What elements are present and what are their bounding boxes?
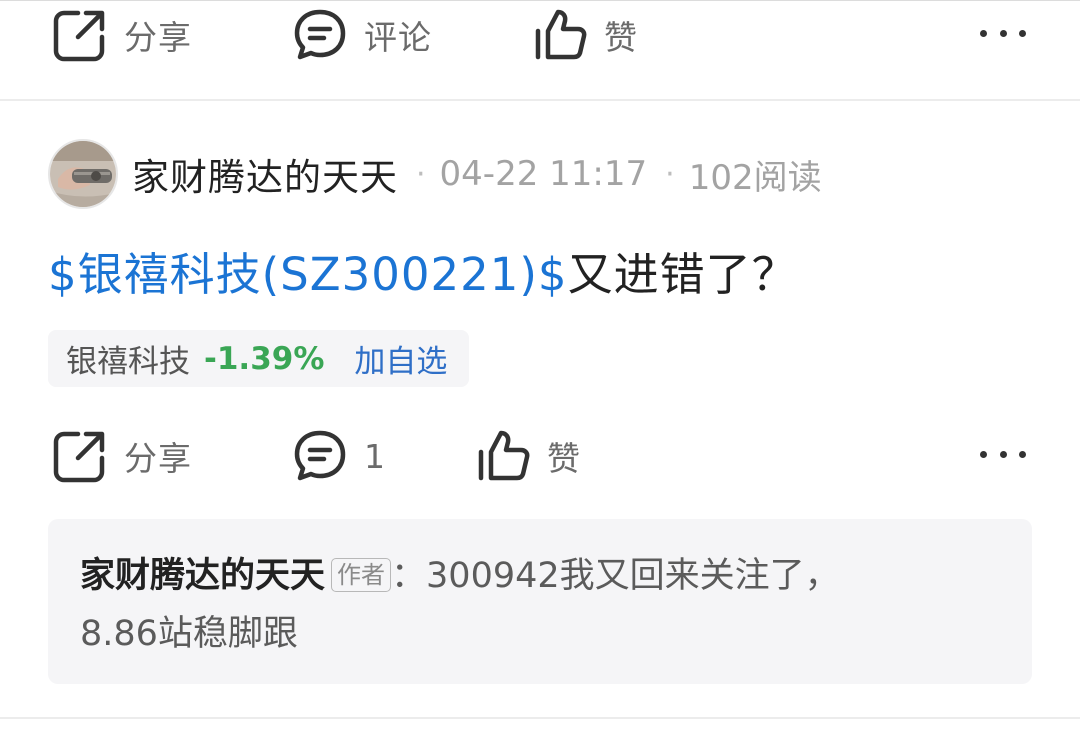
like-label: 赞 bbox=[604, 18, 638, 57]
post-title-text: 又进错了？ bbox=[567, 248, 798, 301]
comment-icon bbox=[292, 428, 348, 484]
post-date: 04-22 11:17 bbox=[439, 154, 648, 194]
share-icon bbox=[52, 428, 108, 484]
post-title: $银禧科技(SZ300221)$又进错了？ bbox=[48, 238, 798, 303]
share-icon bbox=[52, 7, 108, 63]
read-count: 102阅读 bbox=[688, 157, 822, 198]
more-icon[interactable] bbox=[980, 18, 1026, 48]
avatar[interactable] bbox=[48, 139, 118, 209]
add-watchlist-button[interactable]: 加自选 bbox=[354, 336, 447, 381]
share-label: 分享 bbox=[124, 439, 192, 478]
comment-author[interactable]: 家财腾达的天天 bbox=[80, 556, 325, 596]
author-name[interactable]: 家财腾达的天天 bbox=[132, 147, 398, 201]
share-button[interactable]: 分享 bbox=[52, 0, 192, 70]
comment-text: 300942我又回来关注了， bbox=[426, 556, 840, 596]
post-divider bbox=[0, 99, 1080, 101]
meta-separator: · bbox=[416, 156, 426, 192]
stock-chip[interactable]: 银禧科技 -1.39% 加自选 bbox=[48, 330, 469, 387]
comment-label: 评论 bbox=[364, 18, 432, 57]
post-action-bar: 分享 1 赞 bbox=[0, 421, 1080, 491]
stock-name: 银禧科技 bbox=[66, 344, 190, 380]
meta-separator: · bbox=[665, 156, 675, 192]
share-button[interactable]: 分享 bbox=[52, 421, 192, 491]
comment-count: 1 bbox=[364, 436, 386, 476]
comment-button[interactable]: 评论 bbox=[292, 0, 432, 70]
comment-button[interactable]: 1 bbox=[292, 421, 386, 491]
stock-change: -1.39% bbox=[204, 340, 325, 377]
comment-preview[interactable]: 家财腾达的天天 作者 ：300942我又回来关注了， 8.86站稳脚跟 bbox=[48, 519, 1032, 684]
comment-text: 8.86站稳脚跟 bbox=[80, 614, 298, 654]
stock-link[interactable]: $银禧科技(SZ300221)$ bbox=[48, 248, 568, 301]
more-icon[interactable] bbox=[980, 439, 1026, 469]
like-icon bbox=[475, 428, 531, 484]
author-badge: 作者 bbox=[331, 558, 392, 592]
comment-line: 8.86站稳脚跟 bbox=[80, 605, 1000, 663]
like-button[interactable]: 赞 bbox=[475, 421, 581, 491]
comment-icon bbox=[292, 7, 348, 63]
comment-colon: ： bbox=[391, 556, 427, 596]
bottom-divider bbox=[0, 717, 1080, 719]
like-icon bbox=[532, 7, 588, 63]
like-label: 赞 bbox=[547, 439, 581, 478]
prev-post-action-bar: 分享 评论 赞 bbox=[0, 0, 1080, 70]
comment-line: 家财腾达的天天 作者 ：300942我又回来关注了， bbox=[80, 547, 1000, 605]
like-button[interactable]: 赞 bbox=[532, 0, 638, 70]
post-header: 家财腾达的天天 · 04-22 11:17 · 102阅读 bbox=[48, 138, 822, 210]
share-label: 分享 bbox=[124, 18, 192, 57]
